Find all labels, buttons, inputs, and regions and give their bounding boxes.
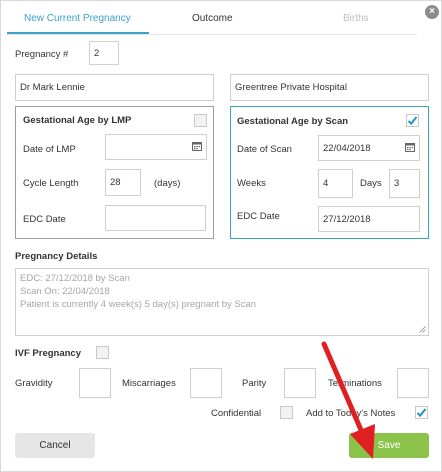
close-button[interactable]: × (425, 5, 439, 19)
pregnancy-number-label: Pregnancy # (15, 49, 69, 60)
ivf-pregnancy-label: IVF Pregnancy (15, 348, 81, 359)
new-pregnancy-dialog: New Current Pregnancy Outcome Births × P… (0, 0, 442, 472)
days-field[interactable]: 3 (389, 169, 420, 198)
doctor-value: Dr Mark Lennie (20, 82, 85, 93)
details-line: Scan On: 22/04/2018 (20, 286, 110, 297)
gravidity-label: Gravidity (15, 378, 53, 389)
save-button[interactable]: Save (349, 433, 429, 458)
tab-new-current-pregnancy[interactable]: New Current Pregnancy (24, 13, 131, 24)
checkmark-icon (407, 116, 418, 126)
resize-handle-icon[interactable] (419, 326, 426, 333)
scan-edc-date-value: 27/12/2018 (323, 213, 371, 225)
scan-panel: Gestational Age by Scan Date of Scan 22/… (230, 106, 429, 239)
hospital-field[interactable]: Greentree Private Hospital (230, 74, 429, 101)
checkmark-icon (416, 408, 427, 418)
cycle-length-value: 28 (110, 177, 121, 188)
save-button-label: Save (377, 440, 401, 451)
miscarriages-label: Miscarriages (122, 378, 176, 389)
weeks-value: 4 (323, 178, 329, 189)
lmp-checkbox[interactable] (194, 114, 207, 127)
cancel-button-label: Cancel (39, 440, 71, 451)
add-to-todays-notes-checkbox[interactable] (415, 406, 428, 419)
cycle-length-unit: (days) (154, 178, 181, 189)
confidential-label: Confidential (211, 408, 262, 419)
hospital-value: Greentree Private Hospital (235, 82, 347, 93)
date-of-lmp-label: Date of LMP (23, 144, 76, 155)
scan-panel-title: Gestational Age by Scan (237, 116, 349, 127)
date-of-scan-label: Date of Scan (237, 144, 292, 155)
terminations-field[interactable] (397, 368, 429, 398)
scan-edc-date-label: EDC Date (237, 211, 280, 222)
lmp-edc-date-label: EDC Date (23, 214, 66, 225)
ivf-checkbox[interactable] (96, 346, 109, 359)
pregnancy-details-textarea[interactable]: EDC: 27/12/2018 by Scan Scan On: 22/04/2… (15, 268, 429, 336)
lmp-panel-title: Gestational Age by LMP (23, 115, 132, 126)
cycle-length-label: Cycle Length (23, 178, 79, 189)
miscarriages-field[interactable] (190, 368, 222, 398)
cancel-button[interactable]: Cancel (15, 433, 95, 458)
pregnancy-number-field[interactable]: 2 (89, 41, 119, 65)
parity-field[interactable] (284, 368, 316, 398)
days-value: 3 (394, 178, 400, 189)
calendar-icon[interactable] (192, 141, 202, 151)
add-to-todays-notes-label: Add to Today's Notes (306, 408, 396, 419)
weeks-label: Weeks (237, 178, 266, 189)
cycle-length-field[interactable]: 28 (105, 169, 141, 196)
doctor-field[interactable]: Dr Mark Lennie (15, 74, 214, 101)
parity-label: Parity (242, 378, 267, 389)
pregnancy-number-value: 2 (94, 47, 100, 59)
tab-outcome[interactable]: Outcome (192, 13, 233, 24)
tab-bar: New Current Pregnancy Outcome Births (1, 1, 421, 35)
gravidity-field[interactable] (79, 368, 111, 398)
date-of-scan-value: 22/04/2018 (323, 142, 371, 154)
details-line: Patient is currently 4 week(s) 5 day(s) … (20, 299, 257, 310)
lmp-edc-date-field[interactable] (105, 205, 206, 231)
tab-divider (7, 34, 417, 35)
weeks-field[interactable]: 4 (318, 169, 353, 198)
scan-edc-date-field[interactable]: 27/12/2018 (318, 206, 420, 232)
confidential-checkbox[interactable] (280, 406, 293, 419)
pregnancy-details-title: Pregnancy Details (15, 251, 98, 262)
scan-checkbox[interactable] (406, 114, 419, 127)
details-line: EDC: 27/12/2018 by Scan (20, 273, 130, 284)
tab-births: Births (343, 13, 369, 24)
terminations-label: Terminations (328, 378, 382, 389)
lmp-panel: Gestational Age by LMP Date of LMP Cycle… (15, 106, 214, 239)
days-label: Days (360, 178, 382, 189)
calendar-icon[interactable] (405, 142, 415, 152)
close-icon: × (429, 6, 435, 17)
